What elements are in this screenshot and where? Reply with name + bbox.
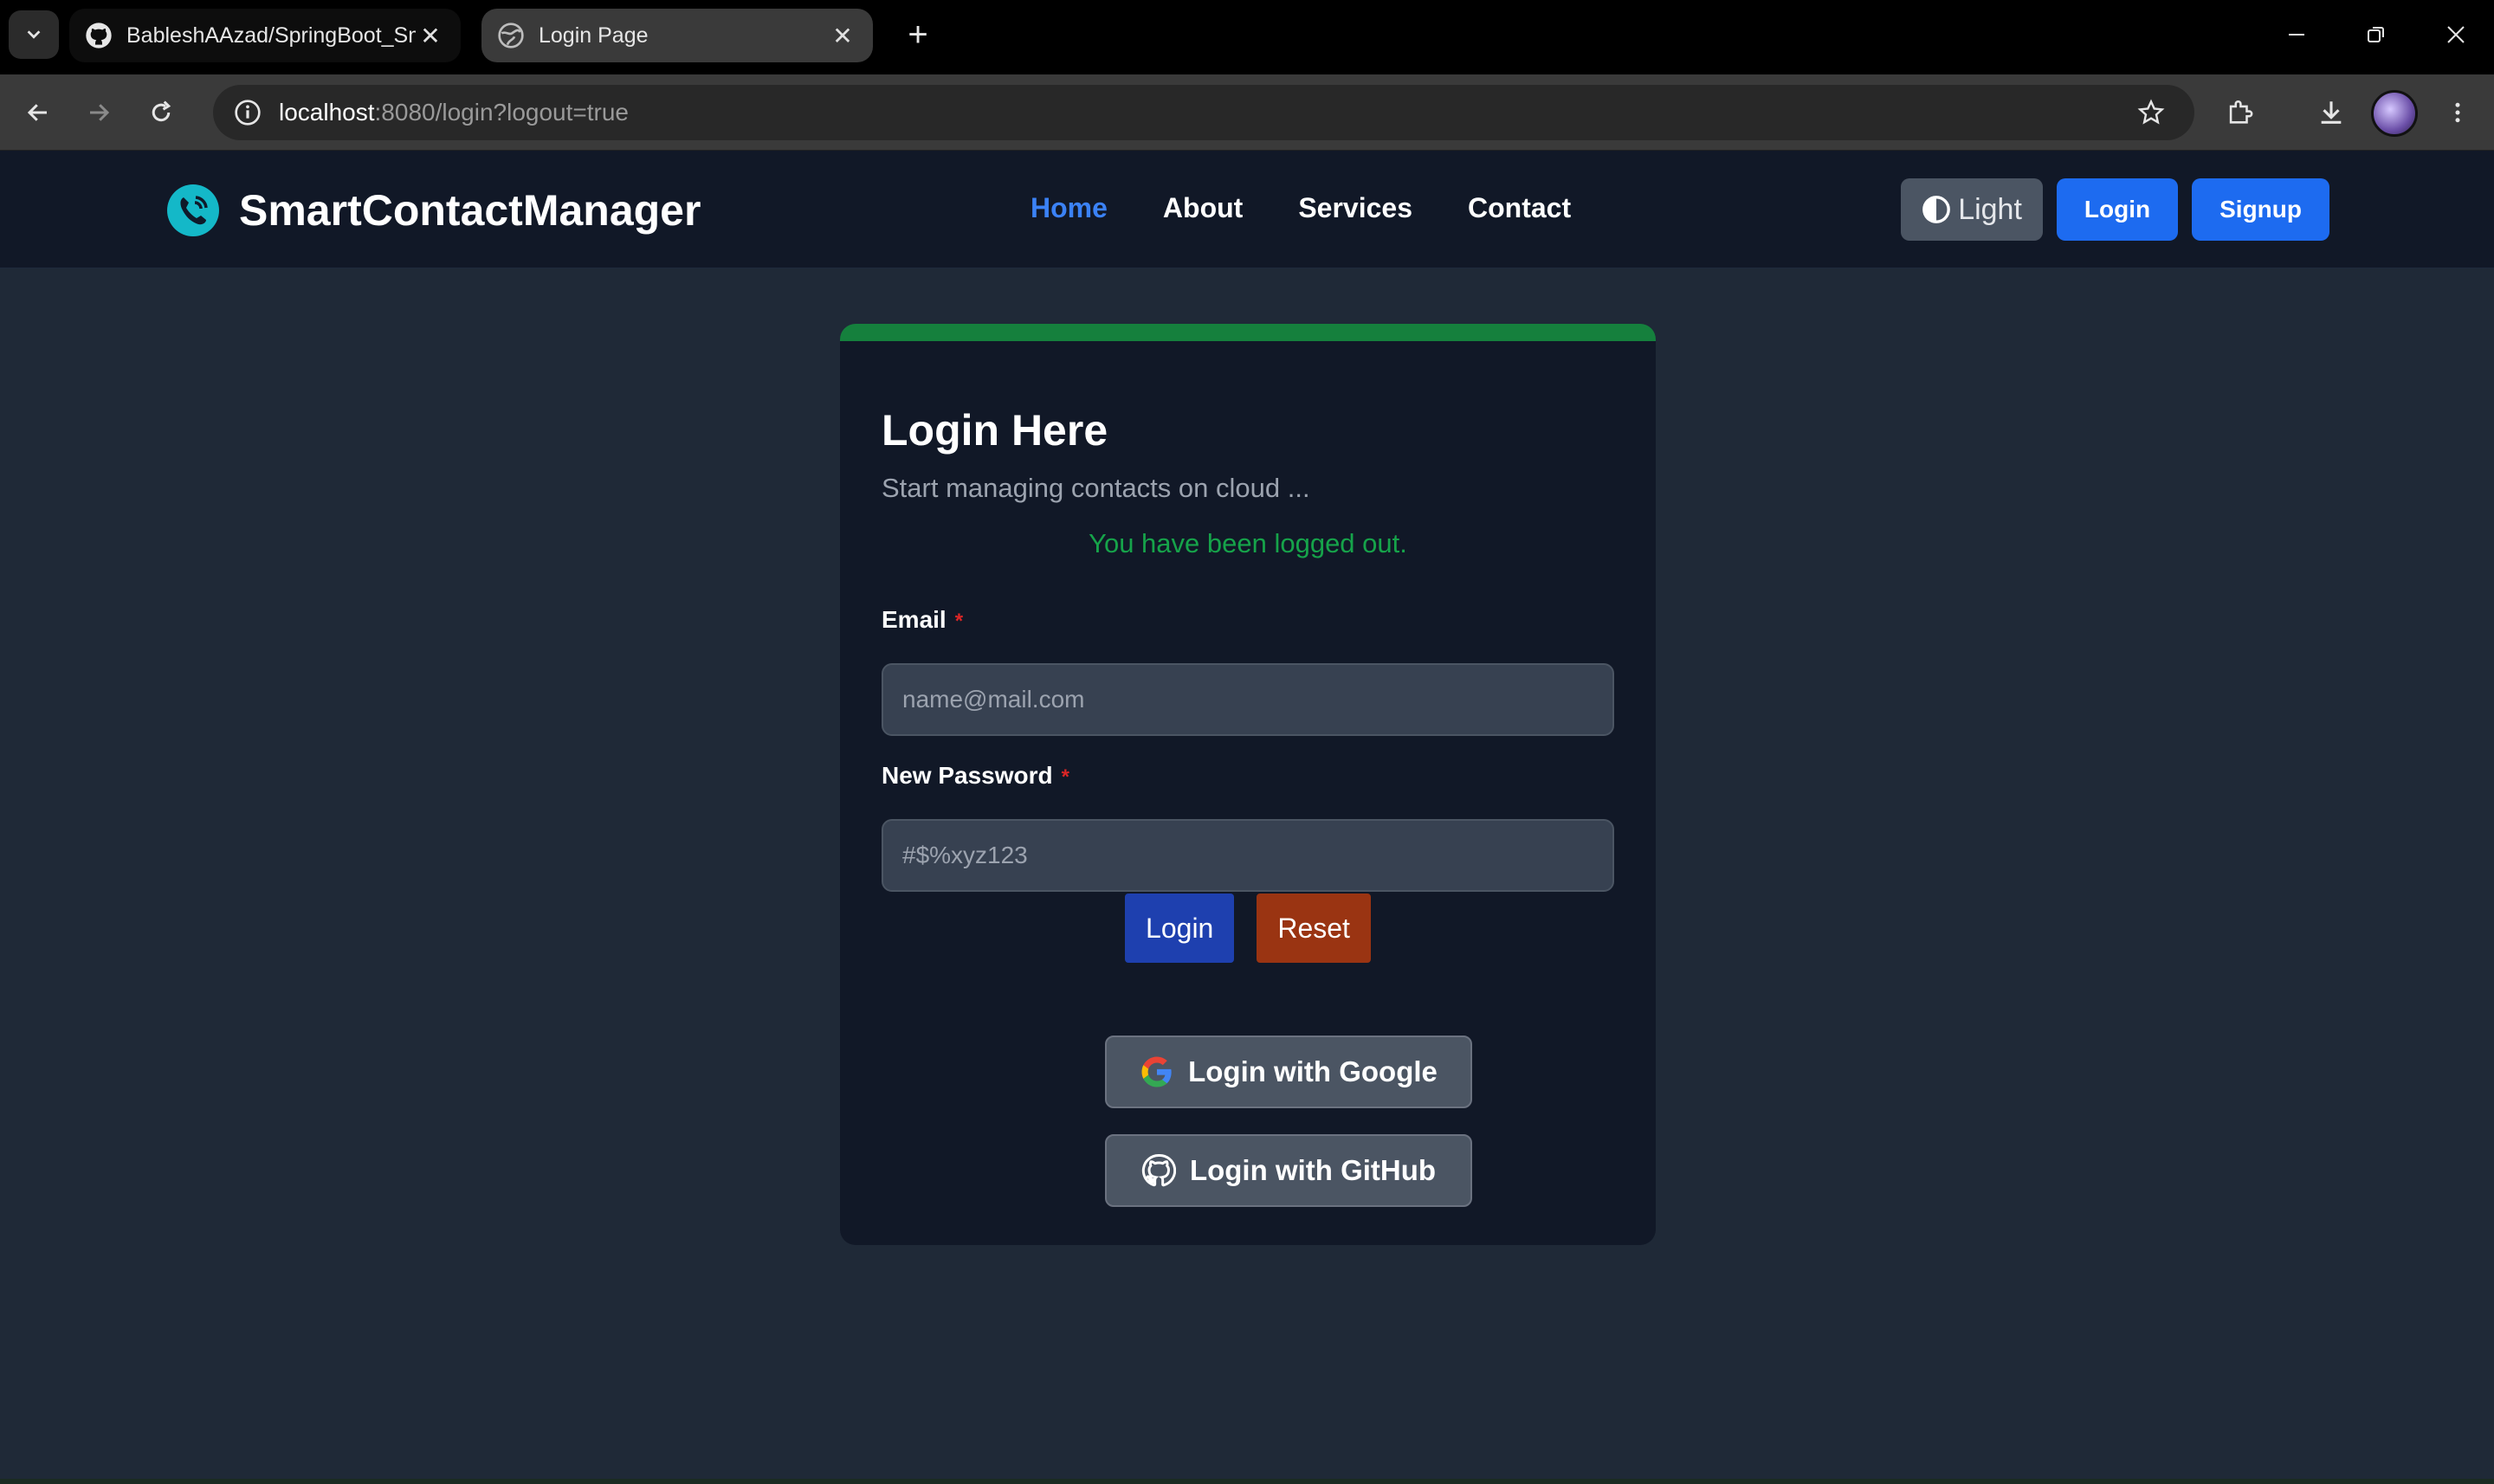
required-mark: * [954, 610, 964, 633]
restore-button[interactable] [2336, 0, 2416, 69]
minimize-button[interactable] [2257, 0, 2336, 69]
browser-address-bar: localhost:8080/login?logout=true [0, 74, 2494, 151]
password-label: New Password * [882, 762, 1069, 790]
extensions-button[interactable] [2215, 88, 2264, 137]
browser-tab-github[interactable]: BableshAAzad/SpringBoot_Sma ✕ [69, 9, 461, 62]
theme-toggle-label: Light [1958, 192, 2022, 226]
github-login-label: Login with GitHub [1189, 1154, 1437, 1186]
browser-menu-button[interactable] [2433, 88, 2482, 137]
nav-signup-button[interactable]: Signup [2192, 178, 2329, 241]
google-login-button[interactable]: Login with Google [1105, 1036, 1472, 1108]
close-icon [2447, 26, 2465, 43]
nav-login-button[interactable]: Login [2056, 178, 2179, 241]
browser-tab-bar: BableshAAzad/SpringBoot_Sma ✕ Login Page… [0, 0, 2494, 74]
back-button[interactable] [14, 88, 62, 137]
info-icon[interactable] [234, 99, 262, 126]
app-navbar: SmartContactManager Home About Services … [0, 151, 2494, 268]
required-mark: * [1061, 765, 1069, 789]
bookmark-button[interactable] [2127, 88, 2175, 137]
browser-tab-login[interactable]: Login Page ✕ [481, 9, 873, 62]
close-icon[interactable]: ✕ [416, 22, 445, 50]
form-actions: Login Reset [882, 894, 1614, 963]
email-label-text: Email [882, 606, 947, 633]
login-card: Login Here Start managing contacts on cl… [840, 324, 1656, 1245]
arrow-right-icon [90, 104, 110, 121]
login-title: Login Here [882, 406, 1108, 455]
new-tab-button[interactable]: + [901, 14, 935, 55]
arrow-left-icon [27, 104, 47, 121]
more-vertical-icon [2455, 102, 2460, 123]
tab-search-button[interactable] [9, 10, 59, 59]
downloads-button[interactable] [2307, 88, 2355, 137]
brand[interactable]: SmartContactManager [166, 184, 701, 237]
close-window-button[interactable] [2416, 0, 2494, 69]
logout-message: You have been logged out. [1089, 528, 1407, 558]
url-text: localhost:8080/login?logout=true [279, 99, 629, 126]
chevron-down-icon [27, 30, 41, 39]
globe-icon [498, 23, 524, 48]
reset-button[interactable]: Reset [1257, 894, 1371, 963]
password-field[interactable] [882, 819, 1614, 892]
google-icon [1141, 1056, 1172, 1087]
google-login-label: Login with Google [1188, 1055, 1438, 1087]
star-icon [2137, 99, 2165, 125]
tab-title: Login Page [539, 23, 649, 48]
nav-link-home[interactable]: Home [1031, 192, 1108, 224]
email-field[interactable] [882, 663, 1614, 736]
login-button[interactable]: Login [1125, 894, 1235, 963]
nav-links: Home About Services Contact [1031, 192, 1571, 224]
reload-icon [152, 100, 171, 122]
login-subtitle: Start managing contacts on cloud ... [882, 473, 1310, 503]
theme-toggle-button[interactable]: Light [1901, 178, 2043, 241]
brand-name: SmartContactManager [239, 186, 701, 235]
phone-logo-icon [167, 184, 219, 236]
url-input[interactable]: localhost:8080/login?logout=true [213, 85, 2194, 140]
reload-button[interactable] [137, 88, 185, 137]
github-icon [1141, 1153, 1176, 1187]
github-login-button[interactable]: Login with GitHub [1105, 1134, 1472, 1207]
forward-button[interactable] [74, 88, 123, 137]
minimize-icon [2289, 34, 2304, 35]
contrast-icon [1922, 196, 1951, 223]
nav-link-contact[interactable]: Contact [1468, 192, 1571, 224]
profile-avatar[interactable] [2371, 90, 2418, 137]
bottom-edge [0, 1479, 2494, 1484]
close-icon[interactable]: ✕ [828, 22, 857, 50]
tab-title: BableshAAzad/SpringBoot_Sma [126, 23, 416, 48]
password-label-text: New Password [882, 762, 1053, 789]
restore-icon [2368, 27, 2384, 42]
email-label: Email * [882, 606, 963, 634]
nav-actions: Light Login Signup [1901, 178, 2329, 241]
nav-link-services[interactable]: Services [1298, 192, 1412, 224]
url-host: localhost [279, 99, 375, 126]
url-path: :8080/login?logout=true [374, 99, 629, 126]
puzzle-icon [2229, 100, 2253, 124]
nav-link-about[interactable]: About [1163, 192, 1243, 224]
github-icon [86, 23, 112, 48]
download-icon [2321, 101, 2342, 124]
